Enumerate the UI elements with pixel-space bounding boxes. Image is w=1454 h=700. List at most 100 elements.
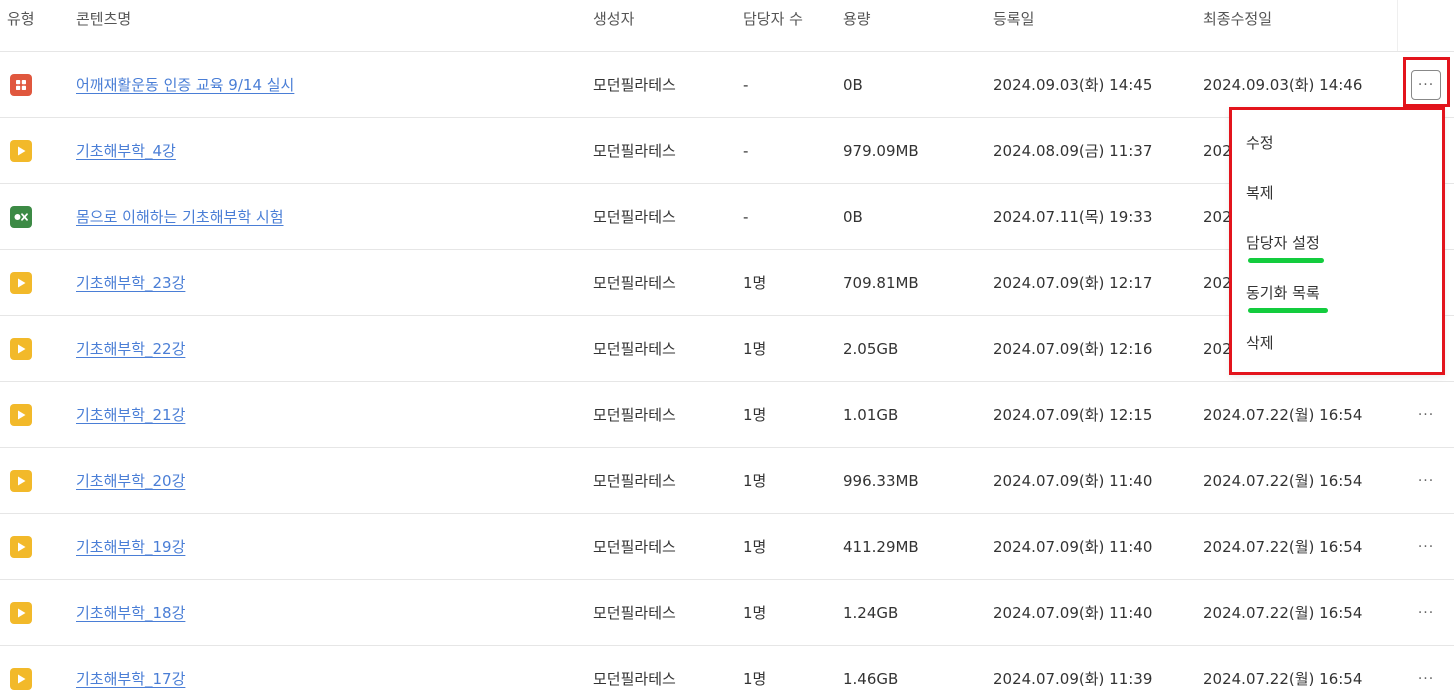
managers-cell: 1명 (743, 274, 767, 292)
more-options-button[interactable]: ··· (1411, 69, 1441, 100)
content-name-link[interactable]: 기초해부학_21강 (76, 404, 185, 425)
content-name-cell: 어깨재활운동 인증 교육 9/14 실시 (76, 52, 294, 117)
content-name-cell: 기초해부학_21강 (76, 382, 185, 447)
modified-cell: 2024.07.22(월) 16:54 (1203, 538, 1363, 556)
content-name-link[interactable]: 기초해부학_19강 (76, 536, 185, 557)
type-cell (10, 184, 32, 249)
actions-cell: ··· (1398, 382, 1454, 447)
video-icon (10, 535, 32, 558)
header-name: 콘텐츠명 (76, 9, 132, 28)
menu-item-delete[interactable]: 삭제 (1246, 332, 1274, 353)
content-name-link[interactable]: 기초해부학_20강 (76, 470, 185, 491)
content-name-link[interactable]: 기초해부학_4강 (76, 140, 176, 161)
size-cell: 2.05GB (843, 339, 899, 358)
size-cell: 1.24GB (843, 603, 899, 622)
more-options-button[interactable]: ··· (1418, 671, 1434, 687)
row-action-menu: 수정 복제 담당자 설정 동기화 목록 삭제 (1229, 107, 1445, 375)
registered-cell: 2024.07.09(화) 11:40 (993, 604, 1153, 622)
content-name-link[interactable]: 기초해부학_17강 (76, 668, 185, 689)
menu-item-sync-list[interactable]: 동기화 목록 (1246, 282, 1320, 303)
content-name-link[interactable]: 어깨재활운동 인증 교육 9/14 실시 (76, 74, 294, 95)
header-actions (1397, 0, 1454, 51)
owner-cell: 모던필라테스 (593, 142, 676, 160)
actions-cell: ··· (1398, 448, 1454, 513)
registered-cell: 2024.07.09(화) 11:40 (993, 472, 1153, 490)
video-icon (10, 403, 32, 426)
managers-cell: 1명 (743, 670, 767, 688)
menu-item-assign-managers[interactable]: 담당자 설정 (1246, 232, 1320, 253)
content-name-cell: 기초해부학_22강 (76, 316, 185, 381)
modified-cell: 2024.07.22(월) 16:54 (1203, 604, 1363, 622)
owner-cell: 모던필라테스 (593, 208, 676, 226)
header-managers: 담당자 수 (743, 9, 803, 28)
modified-cell: 2024.07.22(월) 16:54 (1203, 670, 1363, 688)
content-name-link[interactable]: 몸으로 이해하는 기초해부학 시험 (76, 206, 284, 227)
video-icon (10, 469, 32, 492)
type-cell (10, 580, 32, 645)
registered-cell: 2024.08.09(금) 11:37 (993, 142, 1153, 160)
menu-item-edit[interactable]: 수정 (1246, 132, 1274, 153)
table-row: 기초해부학_18강 모던필라테스 1명 1.24GB 2024.07.09(화) 11:… (0, 580, 1454, 646)
content-name-link[interactable]: 기초해부학_23강 (76, 272, 185, 293)
managers-cell: 1명 (743, 472, 767, 490)
modified-cell: 2024.07.22(월) 16:54 (1203, 406, 1363, 424)
owner-cell: 모던필라테스 (593, 670, 676, 688)
managers-cell: 1명 (743, 538, 767, 556)
type-cell (10, 646, 32, 700)
registered-cell: 2024.07.09(화) 12:16 (993, 340, 1153, 358)
content-name-cell: 기초해부학_4강 (76, 118, 176, 183)
content-name-cell: 기초해부학_18강 (76, 580, 185, 645)
content-name-link[interactable]: 기초해부학_18강 (76, 602, 185, 623)
managers-cell: - (743, 141, 749, 160)
owner-cell: 모던필라테스 (593, 406, 676, 424)
menu-item-duplicate[interactable]: 복제 (1246, 182, 1274, 203)
registered-cell: 2024.07.09(화) 12:17 (993, 274, 1153, 292)
more-options-button[interactable]: ··· (1418, 539, 1434, 555)
type-cell (10, 52, 32, 117)
registered-cell: 2024.07.11(목) 19:33 (993, 208, 1153, 226)
table-row: 기초해부학_20강 모던필라테스 1명 996.33MB 2024.07.09(화) 1… (0, 448, 1454, 514)
size-cell: 709.81MB (843, 273, 919, 292)
modified-cell: 2024.07.22(월) 16:54 (1203, 472, 1363, 490)
managers-cell: - (743, 207, 749, 226)
registered-cell: 2024.07.09(화) 11:40 (993, 538, 1153, 556)
type-cell (10, 118, 32, 183)
type-cell (10, 448, 32, 513)
survey-icon (10, 73, 32, 96)
header-type: 유형 (7, 9, 35, 28)
content-name-link[interactable]: 기초해부학_22강 (76, 338, 185, 359)
type-cell (10, 382, 32, 447)
managers-cell: 1명 (743, 340, 767, 358)
content-name-cell: 몸으로 이해하는 기초해부학 시험 (76, 184, 284, 249)
actions-cell: ··· (1398, 514, 1454, 579)
table-header: 유형 콘텐츠명 생성자 담당자 수 용량 등록일 최종수정일 (0, 0, 1454, 52)
registered-cell: 2024.07.09(화) 12:15 (993, 406, 1153, 424)
content-name-cell: 기초해부학_19강 (76, 514, 185, 579)
highlight-underline-sync (1248, 308, 1328, 313)
type-cell (10, 316, 32, 381)
more-options-button[interactable]: ··· (1418, 473, 1434, 489)
type-cell (10, 250, 32, 315)
owner-cell: 모던필라테스 (593, 274, 676, 292)
size-cell: 1.46GB (843, 669, 899, 688)
actions-cell: ··· (1398, 580, 1454, 645)
more-options-button[interactable]: ··· (1418, 605, 1434, 621)
size-cell: 979.09MB (843, 141, 919, 160)
video-icon (10, 271, 32, 294)
video-icon (10, 667, 32, 690)
header-registered: 등록일 (993, 9, 1035, 28)
table-row: 기초해부학_17강 모던필라테스 1명 1.46GB 2024.07.09(화) 11:… (0, 646, 1454, 700)
video-icon (10, 139, 32, 162)
header-owner: 생성자 (593, 9, 635, 28)
size-cell: 411.29MB (843, 537, 919, 556)
managers-cell: 1명 (743, 604, 767, 622)
managers-cell: 1명 (743, 406, 767, 424)
size-cell: 996.33MB (843, 471, 919, 490)
type-cell (10, 514, 32, 579)
actions-cell: ··· (1398, 646, 1454, 700)
more-options-button[interactable]: ··· (1418, 407, 1434, 423)
content-name-cell: 기초해부학_20강 (76, 448, 185, 513)
table-row: 기초해부학_19강 모던필라테스 1명 411.29MB 2024.07.09(화) 1… (0, 514, 1454, 580)
header-size: 용량 (843, 9, 871, 28)
registered-cell: 2024.09.03(화) 14:45 (993, 76, 1153, 94)
